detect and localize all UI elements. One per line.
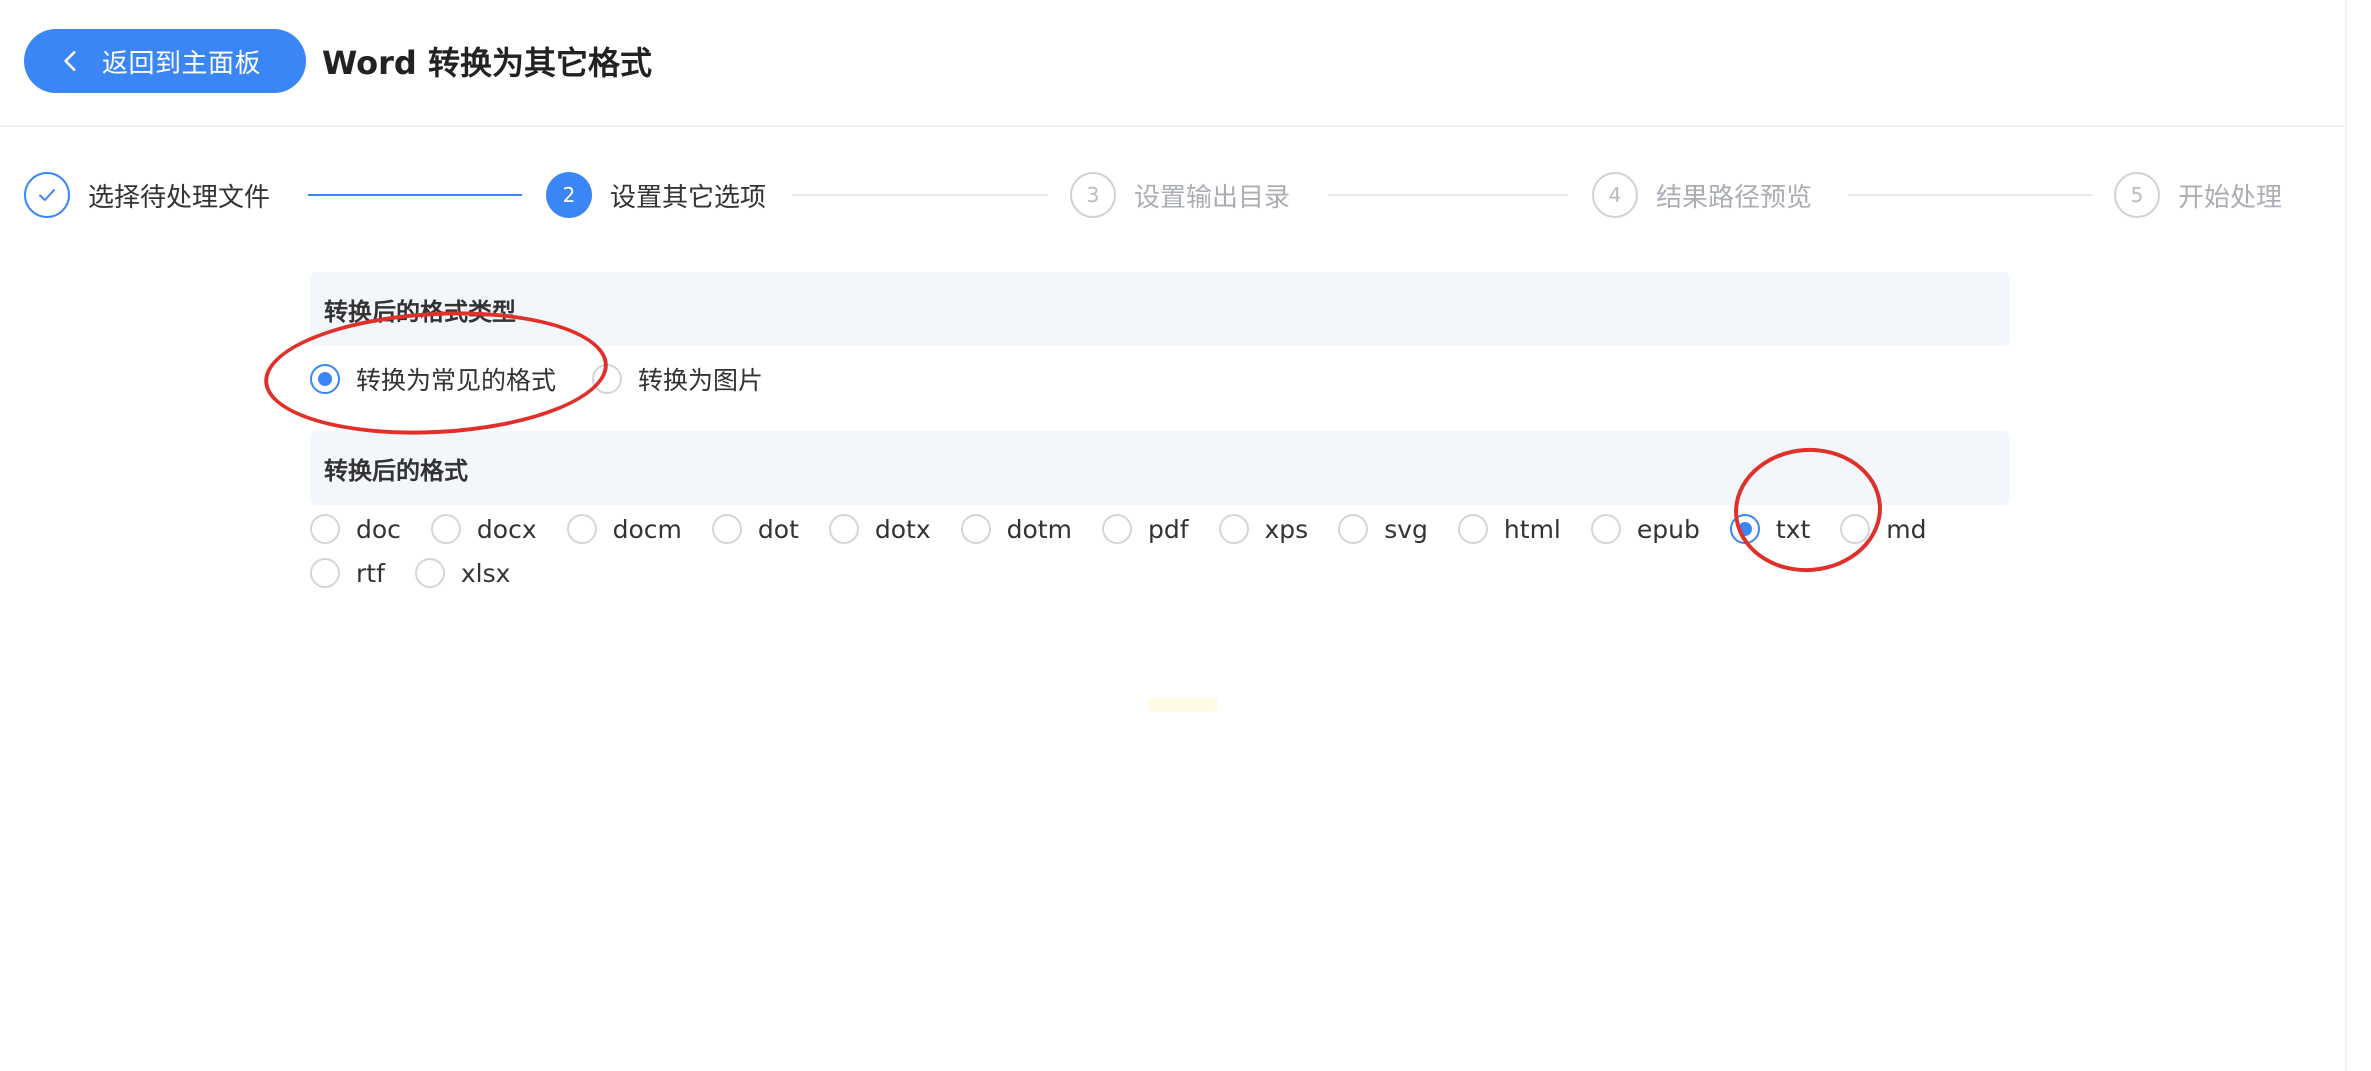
step-other-options[interactable]: 2 设置其它选项 bbox=[546, 170, 766, 220]
format-option-dot[interactable]: dot bbox=[711, 507, 799, 551]
step-1-circle bbox=[24, 172, 70, 218]
radio-circle-icon bbox=[960, 514, 991, 544]
format-option-label: dotm bbox=[1006, 514, 1072, 544]
radio-circle-icon bbox=[1840, 514, 1871, 544]
back-button-label: 返回到主面板 bbox=[102, 48, 262, 79]
radio-circle-icon bbox=[1338, 514, 1369, 544]
radio-option-转换为常见的格式[interactable]: 转换为常见的格式 bbox=[310, 357, 556, 401]
radio-circle-icon bbox=[310, 514, 340, 544]
format-option-label: md bbox=[1886, 514, 1927, 544]
format-option-label: doc bbox=[356, 514, 401, 544]
app-window: 返回到主面板 Word 转换为其它格式 选择待处理文件 2 设置其它选项 3 设… bbox=[0, 0, 2371, 1071]
step-connector-4 bbox=[1848, 194, 2092, 196]
radio-circle-icon bbox=[711, 514, 742, 544]
format-option-txt[interactable]: txt bbox=[1729, 507, 1811, 551]
radio-circle-icon bbox=[1101, 514, 1132, 544]
format-option-label: docx bbox=[476, 514, 537, 544]
radio-circle-icon bbox=[1218, 514, 1249, 544]
format-option-label: dot bbox=[757, 514, 799, 544]
chevron-left-icon bbox=[64, 51, 76, 71]
step-3-circle: 3 bbox=[1070, 172, 1116, 218]
step-2-circle: 2 bbox=[546, 172, 592, 218]
format-option-md[interactable]: md bbox=[1840, 507, 1926, 551]
format-option-docm[interactable]: docm bbox=[566, 507, 682, 551]
step-indicator: 选择待处理文件 2 设置其它选项 3 设置输出目录 4 结果路径预览 5 开始处… bbox=[0, 170, 2345, 230]
radio-circle-icon bbox=[1590, 514, 1621, 544]
format-option-epub[interactable]: epub bbox=[1590, 507, 1700, 551]
format-option-label: xlsx bbox=[460, 558, 511, 588]
step-connector-3 bbox=[1328, 194, 1568, 196]
step-5-circle: 5 bbox=[2114, 172, 2160, 218]
radio-option-转换为图片[interactable]: 转换为图片 bbox=[592, 357, 763, 401]
faint-mark bbox=[1148, 698, 1218, 712]
format-option-label: html bbox=[1503, 514, 1561, 544]
format-option-svg[interactable]: svg bbox=[1338, 507, 1428, 551]
format-option-dotx[interactable]: dotx bbox=[828, 507, 931, 551]
radio-label: 转换为图片 bbox=[638, 366, 764, 395]
step-1-label: 选择待处理文件 bbox=[88, 182, 271, 213]
format-option-docx[interactable]: docx bbox=[430, 507, 537, 551]
format-option-dotm[interactable]: dotm bbox=[960, 507, 1072, 551]
format-type-heading: 转换后的格式类型 bbox=[310, 272, 2010, 346]
radio-circle-icon bbox=[592, 364, 623, 394]
step-2-label: 设置其它选项 bbox=[610, 182, 767, 213]
radio-label: 转换为常见的格式 bbox=[356, 366, 557, 395]
step-connector-2 bbox=[792, 194, 1048, 196]
window-edge bbox=[2345, 0, 2347, 1071]
radio-circle-icon bbox=[310, 558, 340, 588]
format-heading: 转换后的格式 bbox=[310, 431, 2010, 505]
step-select-files[interactable]: 选择待处理文件 bbox=[24, 170, 270, 220]
step-5-label: 开始处理 bbox=[2178, 182, 2283, 213]
radio-circle-icon bbox=[828, 514, 859, 544]
check-icon bbox=[39, 189, 55, 201]
format-option-pdf[interactable]: pdf bbox=[1101, 507, 1189, 551]
format-type-radio-group: 转换为常见的格式 转换为图片 bbox=[310, 357, 1210, 401]
format-option-label: pdf bbox=[1147, 514, 1189, 544]
step-output-dir[interactable]: 3 设置输出目录 bbox=[1070, 170, 1290, 220]
format-option-xlsx[interactable]: xlsx bbox=[414, 551, 511, 595]
radio-circle-icon bbox=[430, 514, 461, 544]
radio-circle-icon bbox=[1457, 514, 1488, 544]
format-option-label: svg bbox=[1384, 514, 1428, 544]
format-option-xps[interactable]: xps bbox=[1218, 507, 1309, 551]
step-start-process[interactable]: 5 开始处理 bbox=[2114, 170, 2282, 220]
radio-circle-icon bbox=[566, 514, 597, 544]
format-option-html[interactable]: html bbox=[1457, 507, 1561, 551]
radio-circle-icon bbox=[310, 364, 340, 394]
back-to-dashboard-button[interactable]: 返回到主面板 bbox=[24, 29, 306, 93]
format-option-label: docm bbox=[612, 514, 682, 544]
format-option-label: dotx bbox=[874, 514, 931, 544]
format-option-label: epub bbox=[1636, 514, 1700, 544]
step-result-preview[interactable]: 4 结果路径预览 bbox=[1592, 170, 1812, 220]
radio-circle-icon bbox=[1729, 514, 1760, 544]
format-option-label: xps bbox=[1264, 514, 1309, 544]
format-option-label: rtf bbox=[356, 558, 385, 588]
page-title: Word 转换为其它格式 bbox=[322, 44, 652, 82]
format-radio-group: doc docx docm dot dotx dotm pdf xps svg html epub t… bbox=[310, 507, 2010, 595]
format-option-rtf[interactable]: rtf bbox=[310, 551, 385, 595]
radio-circle-icon bbox=[414, 558, 445, 588]
step-3-label: 设置输出目录 bbox=[1134, 182, 1291, 213]
format-option-label: txt bbox=[1775, 514, 1811, 544]
step-4-circle: 4 bbox=[1592, 172, 1638, 218]
header-bar: 返回到主面板 Word 转换为其它格式 bbox=[0, 0, 2345, 127]
step-4-label: 结果路径预览 bbox=[1656, 182, 1813, 213]
step-connector-1 bbox=[308, 194, 522, 196]
format-option-doc[interactable]: doc bbox=[310, 507, 401, 551]
